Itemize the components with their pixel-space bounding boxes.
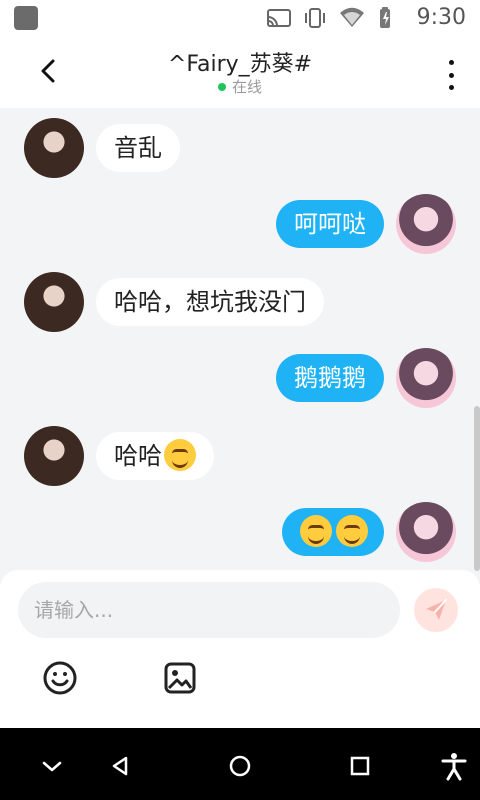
avatar[interactable] xyxy=(24,272,84,332)
message-row: 鹅鹅鹅 xyxy=(0,348,480,408)
message-row: 呵呵哒 xyxy=(0,194,480,254)
message-text: 哈哈 xyxy=(114,442,162,470)
home-circle-icon xyxy=(229,755,251,777)
message-bubble[interactable]: 呵呵哒 xyxy=(276,200,384,248)
avatar[interactable] xyxy=(396,348,456,408)
accessibility-icon xyxy=(441,753,467,781)
message-list[interactable]: 音乱 呵呵哒 哈哈，想坑我没门 鹅鹅鹅 哈哈 xyxy=(0,108,480,571)
message-bubble[interactable]: 哈哈 xyxy=(96,432,214,480)
message-row: 音乱 xyxy=(0,118,480,178)
chat-header: ^Fairy_苏葵# 在线 xyxy=(0,36,480,108)
smirk-emoji-icon xyxy=(300,515,332,547)
avatar[interactable] xyxy=(24,118,84,178)
smile-icon xyxy=(43,661,77,695)
back-triangle-icon xyxy=(112,756,128,776)
back-nav-button[interactable] xyxy=(100,746,140,786)
status-bar: 9:30 xyxy=(0,0,480,36)
presence-status: 在线 xyxy=(0,76,480,97)
avatar[interactable] xyxy=(396,194,456,254)
scrollbar[interactable] xyxy=(474,406,480,571)
notification-icon xyxy=(14,6,38,30)
send-button[interactable] xyxy=(414,588,458,632)
send-icon xyxy=(426,599,447,620)
message-bubble[interactable]: 音乱 xyxy=(96,124,180,172)
message-input[interactable] xyxy=(18,582,400,638)
wifi-icon xyxy=(340,7,364,27)
smirk-emoji-icon xyxy=(336,515,368,547)
message-row: 哈哈 xyxy=(0,426,480,486)
battery-charging-icon xyxy=(380,7,390,28)
hide-keyboard-button[interactable] xyxy=(32,746,72,786)
more-dot xyxy=(448,85,454,90)
more-dot xyxy=(448,72,454,78)
recents-nav-button[interactable] xyxy=(340,746,380,786)
status-time: 9:30 xyxy=(416,5,466,30)
avatar[interactable] xyxy=(24,426,84,486)
status-icons xyxy=(266,6,394,30)
emoji-button[interactable] xyxy=(40,658,80,698)
accessibility-button[interactable] xyxy=(434,746,474,786)
recents-square-icon xyxy=(350,756,370,776)
page-title: ^Fairy_苏葵# xyxy=(167,52,313,77)
more-dot xyxy=(448,60,454,65)
presence-label: 在线 xyxy=(231,78,262,96)
message-row: 哈哈，想坑我没门 xyxy=(0,272,480,332)
message-bubble[interactable]: 哈哈，想坑我没门 xyxy=(96,278,324,326)
image-icon xyxy=(164,662,196,694)
avatar[interactable] xyxy=(396,502,456,562)
message-row xyxy=(0,502,480,562)
message-bubble[interactable] xyxy=(282,508,384,556)
message-bubble[interactable]: 鹅鹅鹅 xyxy=(276,354,384,402)
grinning-emoji-icon xyxy=(164,439,196,471)
cast-icon xyxy=(267,9,291,27)
vibrate-icon xyxy=(305,8,325,28)
system-navbar xyxy=(0,728,480,800)
online-indicator xyxy=(217,82,226,91)
more-options-button[interactable] xyxy=(446,60,456,90)
chevron-down-icon xyxy=(42,761,62,772)
home-nav-button[interactable] xyxy=(220,746,260,786)
composer xyxy=(0,570,480,728)
image-button[interactable] xyxy=(160,658,200,698)
